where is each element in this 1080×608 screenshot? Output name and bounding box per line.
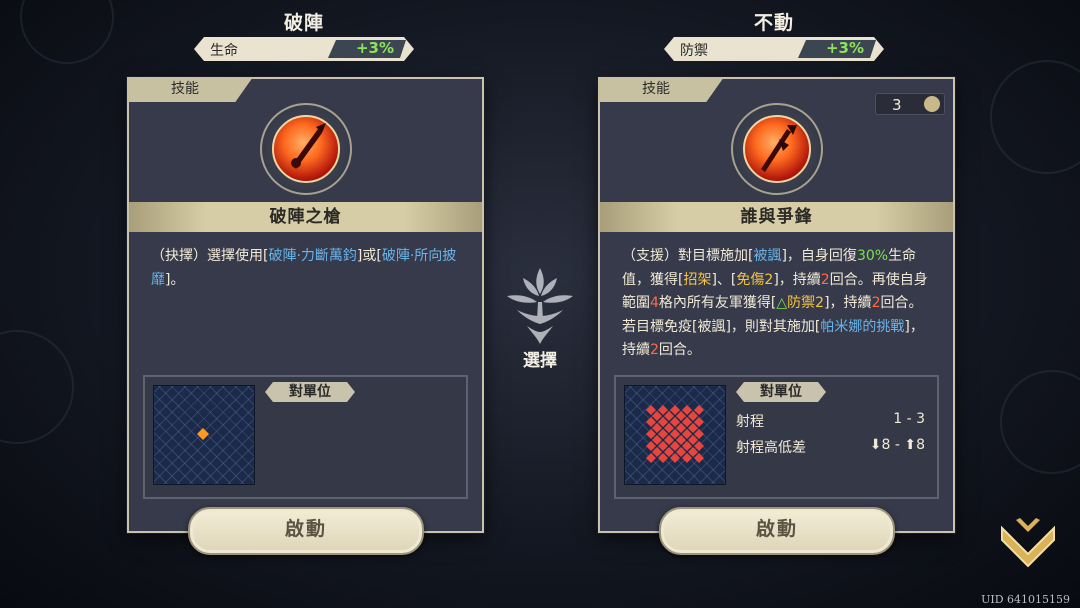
left-skill-name: 破陣之槍 — [129, 202, 482, 232]
cooldown-turns-value: 3 — [892, 96, 902, 114]
right-target-label: 對單位 — [736, 382, 826, 402]
left-skill-card[interactable]: 技能 破陣之槍 （抉擇）選擇使用[破陣·力斷萬鈞]或[破陣·所向披靡]。 對單位… — [127, 77, 484, 555]
right-stat-value: +3% — [825, 39, 864, 57]
range-label: 射程 — [736, 414, 764, 430]
left-target-label: 對單位 — [265, 382, 355, 402]
halberd-skill-icon — [730, 103, 823, 195]
left-class-title: 破陣 — [283, 12, 324, 34]
right-skill-card[interactable]: 技能 3 誰與爭鋒 （支援）對目標施加[被諷]，自身回復30%生命值，獲得[招架… — [598, 77, 955, 555]
range-row: 射程 1 - 3 — [736, 411, 925, 431]
left-activate-button[interactable]: 啟動 — [188, 507, 424, 555]
left-stat-bar: 生命 +3% — [194, 37, 414, 61]
hourglass-icon — [924, 96, 940, 112]
height-diff-value: ⬇8 - ⬆8 — [869, 437, 925, 453]
left-stat-value: +3% — [355, 39, 394, 57]
range-value: 1 - 3 — [893, 411, 925, 427]
right-activate-button[interactable]: 啟動 — [659, 507, 895, 555]
height-diff-label: 射程高低差 — [736, 440, 806, 456]
background-ring — [20, 0, 114, 64]
height-diff-row: 射程高低差 ⬇8 - ⬆8 — [736, 437, 925, 457]
left-skill-description: （抉擇）選擇使用[破陣·力斷萬鈞]或[破陣·所向披靡]。 — [151, 248, 457, 288]
user-id: UID 641015159 — [981, 593, 1070, 606]
right-stat-label: 防禦 — [680, 43, 708, 59]
right-range-panel: 對單位 射程 1 - 3 射程高低差 ⬇8 - ⬆8 — [614, 375, 939, 499]
select-emblem-icon — [507, 268, 573, 344]
right-skill-tag: 技能 — [598, 77, 724, 102]
chevron-down-icon[interactable] — [996, 514, 1060, 572]
background-ring — [0, 330, 74, 444]
background-ring — [1000, 370, 1080, 474]
right-stat-bar: 防禦 +3% — [664, 37, 884, 61]
left-stat-label: 生命 — [210, 43, 238, 59]
right-skill-description: （支援）對目標施加[被諷]，自身回復30%生命值，獲得[招架]、[免傷2]，持續… — [622, 248, 928, 358]
spear-skill-icon — [259, 103, 352, 195]
target-tile — [197, 428, 209, 440]
left-range-panel: 對單位 — [143, 375, 468, 499]
right-skill-name: 誰與爭鋒 — [600, 202, 953, 232]
right-class-title: 不動 — [753, 12, 794, 34]
background-ring — [990, 60, 1080, 174]
right-range-grid — [624, 385, 726, 485]
select-label: 選擇 — [523, 351, 557, 371]
left-range-grid — [153, 385, 255, 485]
left-skill-tag: 技能 — [127, 77, 253, 102]
cooldown-turns: 3 — [875, 93, 945, 115]
